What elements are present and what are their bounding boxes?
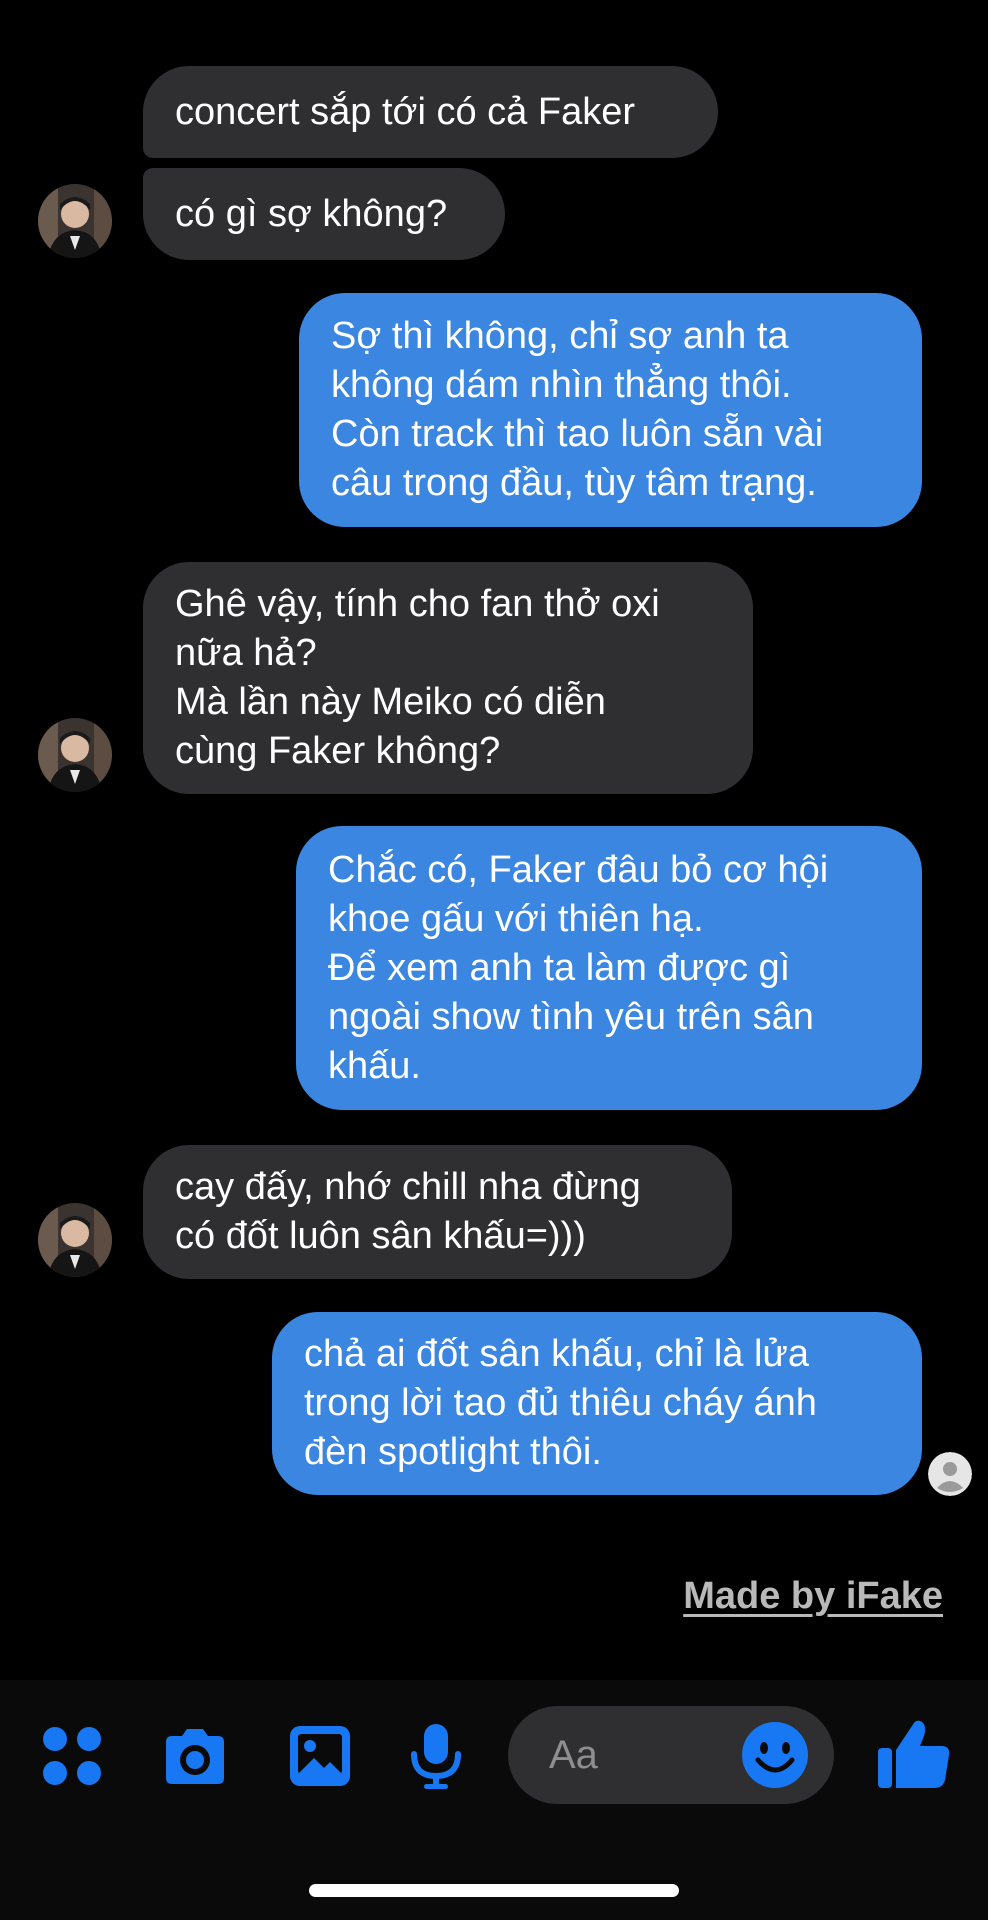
message-text: cay đấy, nhớ chill nha đừng có đốt luôn … [175,1166,641,1257]
message-text: có gì sợ không? [175,192,448,235]
apps-icon[interactable] [36,1720,108,1792]
contact-avatar[interactable] [38,184,112,258]
read-receipt-avatar [928,1452,972,1496]
message-outgoing[interactable]: Sợ thì không, chỉ sợ anh ta không dám nh… [299,293,922,527]
message-text: Chắc có, Faker đâu bỏ cơ hội khoe gấu vớ… [328,848,829,1087]
emoji-icon[interactable] [740,1720,810,1790]
message-input[interactable]: Aa [508,1706,834,1804]
camera-icon[interactable] [158,1720,230,1792]
contact-avatar[interactable] [38,718,112,792]
home-indicator [309,1884,679,1897]
message-text: Sợ thì không, chỉ sợ anh ta không dám nh… [331,315,824,504]
message-incoming[interactable]: có gì sợ không? [143,168,505,260]
message-incoming[interactable]: Ghê vậy, tính cho fan thở oxi nữa hả? Mà… [143,562,753,794]
message-text: concert sắp tới có cả Faker [175,90,635,133]
thumbs-up-icon[interactable] [874,1712,954,1792]
gallery-icon[interactable] [284,1720,356,1792]
message-outgoing[interactable]: Chắc có, Faker đâu bỏ cơ hội khoe gấu vớ… [296,826,922,1110]
microphone-icon[interactable] [400,1720,472,1792]
message-incoming[interactable]: concert sắp tới có cả Faker [143,66,718,158]
watermark: Made by iFake [683,1575,943,1617]
message-incoming[interactable]: cay đấy, nhớ chill nha đừng có đốt luôn … [143,1145,732,1279]
contact-avatar[interactable] [38,1203,112,1277]
message-outgoing[interactable]: chả ai đốt sân khấu, chỉ là lửa trong lờ… [272,1312,922,1495]
message-input-placeholder: Aa [549,1733,598,1777]
message-text: chả ai đốt sân khấu, chỉ là lửa trong lờ… [304,1333,817,1473]
message-text: Ghê vậy, tính cho fan thở oxi nữa hả? Mà… [175,583,660,772]
